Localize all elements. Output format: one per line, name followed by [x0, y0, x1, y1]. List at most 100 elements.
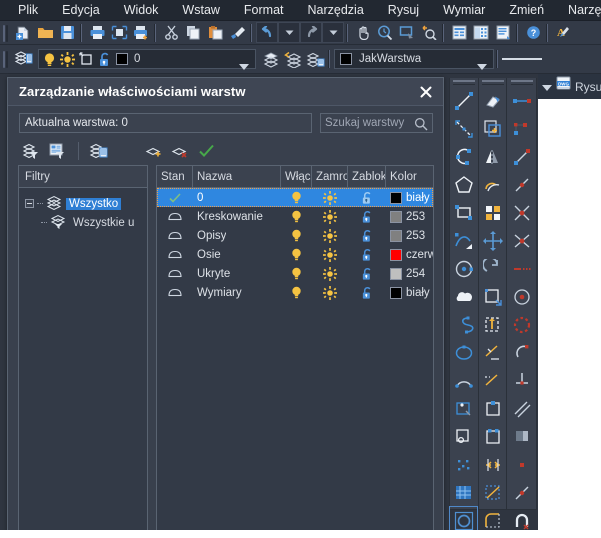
- set-current-button[interactable]: [195, 140, 219, 162]
- cut-icon[interactable]: [160, 22, 182, 43]
- zoom-realtime-icon[interactable]: [374, 22, 396, 43]
- hatch-icon[interactable]: [450, 479, 477, 507]
- cell-kolor[interactable]: biały: [386, 283, 433, 302]
- move-icon[interactable]: [479, 227, 506, 255]
- layer-property-dropdown[interactable]: JakWarstwa: [334, 49, 494, 70]
- cell-zablok[interactable]: [348, 226, 386, 245]
- layer-make-current-icon[interactable]: [282, 49, 304, 70]
- new-group-filter-button[interactable]: [46, 140, 70, 162]
- cell-zamroz[interactable]: [312, 188, 348, 207]
- dimension-aligned-icon[interactable]: [508, 115, 535, 143]
- layer-properties-manager-icon[interactable]: [12, 49, 34, 70]
- print-preview-icon[interactable]: [108, 22, 130, 43]
- paste-icon[interactable]: [204, 22, 226, 43]
- properties-palette-icon[interactable]: [448, 22, 470, 43]
- copy-object-icon[interactable]: [479, 115, 506, 143]
- cell-zablok[interactable]: [348, 264, 386, 283]
- filter-label-all[interactable]: Wszystko: [66, 197, 122, 210]
- match-properties-icon[interactable]: [226, 22, 248, 43]
- revision-cloud-icon[interactable]: [450, 283, 477, 311]
- ray-icon[interactable]: [450, 115, 477, 143]
- cell-wlacz[interactable]: [281, 245, 312, 264]
- search-icon[interactable]: [414, 117, 428, 136]
- dimension-diameter-icon[interactable]: [508, 199, 535, 227]
- menu-item-rysuj[interactable]: Rysuj: [376, 0, 431, 21]
- stretch-icon[interactable]: [479, 311, 506, 339]
- rotate-icon[interactable]: [479, 255, 506, 283]
- delete-layer-button[interactable]: [169, 140, 193, 162]
- new-layer-button[interactable]: [143, 140, 167, 162]
- column-header-wlacz[interactable]: Włącz: [281, 166, 312, 187]
- cell-wlacz[interactable]: [281, 207, 312, 226]
- menu-item-zmien[interactable]: Zmień: [497, 0, 556, 21]
- color-swatch[interactable]: [390, 248, 402, 261]
- table-row[interactable]: Wymiary biały: [157, 283, 433, 302]
- extend-icon[interactable]: [479, 367, 506, 395]
- cell-nazwa[interactable]: Opisy: [193, 226, 281, 245]
- rectangle-icon[interactable]: [450, 199, 477, 227]
- cell-stan[interactable]: [157, 245, 193, 264]
- collapse-icon[interactable]: [25, 199, 34, 208]
- column-header-nazwa[interactable]: Nazwa: [193, 166, 281, 187]
- cell-zamroz[interactable]: [312, 245, 348, 264]
- erase-icon[interactable]: [479, 87, 506, 115]
- trim-icon[interactable]: [479, 339, 506, 367]
- cell-wlacz[interactable]: [281, 283, 312, 302]
- chevron-down-icon[interactable]: [540, 78, 552, 96]
- menu-item-plik[interactable]: Plik: [0, 0, 50, 21]
- table-row[interactable]: Kreskowanie 253: [157, 207, 433, 226]
- current-layer-dropdown[interactable]: 0: [38, 49, 256, 70]
- zoom-window-icon[interactable]: [396, 22, 418, 43]
- search-layers-input[interactable]: Szukaj warstwy: [320, 113, 433, 133]
- tool-palettes-icon[interactable]: [492, 22, 514, 43]
- line-icon[interactable]: [450, 87, 477, 115]
- array-icon[interactable]: [479, 199, 506, 227]
- menu-item-narzedzia-d[interactable]: Narzędzia d: [556, 0, 601, 21]
- close-icon[interactable]: [415, 82, 437, 102]
- menu-item-wstaw[interactable]: Wstaw: [170, 0, 232, 21]
- dimension-radius-icon[interactable]: [508, 171, 535, 199]
- cell-zablok[interactable]: [348, 283, 386, 302]
- new-file-icon[interactable]: [12, 22, 34, 43]
- text-style-icon[interactable]: A: [552, 22, 574, 43]
- layer-previous-icon[interactable]: [260, 49, 282, 70]
- cell-zamroz[interactable]: [312, 207, 348, 226]
- dimension-jogged-icon[interactable]: [508, 367, 535, 395]
- color-swatch[interactable]: [390, 286, 402, 299]
- toolbar-grip[interactable]: [2, 23, 10, 43]
- point-icon[interactable]: [450, 451, 477, 479]
- cell-kolor[interactable]: biały: [386, 188, 433, 207]
- designcenter-icon[interactable]: [470, 22, 492, 43]
- dialog-title-bar[interactable]: Zarządzanie właściwościami warstw: [8, 78, 443, 106]
- cell-zamroz[interactable]: [312, 264, 348, 283]
- leader-icon[interactable]: [508, 423, 535, 451]
- print-icon[interactable]: [86, 22, 108, 43]
- publish-icon[interactable]: [130, 22, 152, 43]
- cell-zablok[interactable]: [348, 245, 386, 264]
- cell-wlacz[interactable]: [281, 226, 312, 245]
- cell-stan[interactable]: [157, 226, 193, 245]
- column-header-zamroz[interactable]: Zamroź: [312, 166, 348, 187]
- column-header-zablok[interactable]: Zablok: [348, 166, 386, 187]
- spline-icon[interactable]: [450, 311, 477, 339]
- tolerance-icon[interactable]: [508, 395, 535, 423]
- cell-nazwa[interactable]: Osie: [193, 245, 281, 264]
- cell-wlacz[interactable]: [281, 188, 312, 207]
- layer-states-manager-button[interactable]: [87, 140, 111, 162]
- ellipse-icon[interactable]: [450, 339, 477, 367]
- cell-kolor[interactable]: 253: [386, 226, 433, 245]
- dimension-center-icon[interactable]: [508, 311, 535, 339]
- cell-stan[interactable]: [157, 188, 193, 207]
- region-icon[interactable]: [450, 395, 477, 423]
- cell-nazwa[interactable]: 0: [193, 188, 281, 207]
- save-icon[interactable]: [56, 22, 78, 43]
- boundary-icon[interactable]: [450, 423, 477, 451]
- cell-nazwa[interactable]: Kreskowanie: [193, 207, 281, 226]
- quick-leader-icon[interactable]: [508, 451, 535, 479]
- dimension-arc-icon[interactable]: [508, 143, 535, 171]
- toolbar-grip[interactable]: [481, 80, 504, 85]
- toolbar-grip[interactable]: [452, 80, 475, 85]
- circle-center-icon[interactable]: [450, 255, 477, 283]
- dimension-style-icon[interactable]: [508, 479, 535, 507]
- cell-zablok[interactable]: [348, 207, 386, 226]
